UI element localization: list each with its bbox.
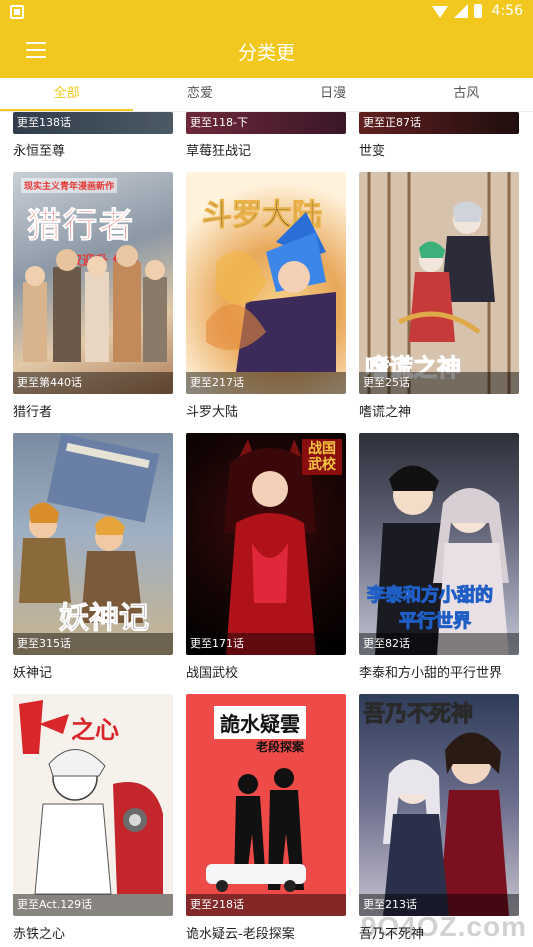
status-time: 4:56 (491, 3, 523, 19)
comic-cover: 现实主义青年漫画新作 猎行者 权迎升 作品 更至第440话 (13, 172, 173, 394)
comic-cover: 之心 更至Act.129话 (13, 694, 173, 916)
comic-cover: 李泰和方小甜的 平行世界 更至82话 (359, 433, 519, 655)
update-badge: 更至正87话 (359, 112, 519, 134)
tab-japanese[interactable]: 日漫 (267, 78, 400, 111)
comic-title: 李泰和方小甜的平行世界 (359, 666, 503, 681)
cover-art (383, 732, 509, 916)
comic-card[interactable]: 更至138话 永恒至尊 (13, 112, 173, 162)
comic-title: 诡水疑云-老段探案 (186, 927, 295, 942)
update-badge: 更至118-下 (186, 112, 346, 134)
comic-card[interactable]: 更至118-下 草莓狂战记 (186, 112, 346, 162)
update-badge: 更至315话 (13, 633, 173, 655)
update-badge: 更至Act.129话 (13, 894, 173, 916)
comic-card[interactable]: 现实主义青年漫画新作 猎行者 权迎升 作品 更至第440话 猎行者 (13, 172, 173, 422)
comic-card[interactable]: 战国武校 更至171话 战国武校 (186, 433, 346, 683)
tab-all[interactable]: 全部 (0, 78, 134, 111)
comic-card[interactable]: 之心 更至Act.129话 赤铁之心 (13, 694, 173, 944)
comic-card[interactable]: 吾乃不死神 更至213话 吾乃不死神 (359, 694, 519, 944)
watermark: 9O4OZ.com (360, 911, 527, 942)
comic-title: 赤铁之心 (13, 927, 66, 942)
app-bar: 分类更 (0, 24, 533, 78)
comic-title: 草莓狂战记 (186, 144, 252, 159)
status-bar: 4:56 (0, 0, 533, 24)
tab-ancient[interactable]: 古风 (400, 78, 533, 111)
comic-card[interactable]: 詭水疑雲 老段探案 更至218话 诡水疑云-老段探案 (186, 694, 346, 944)
battery-icon (473, 4, 482, 18)
comic-cover: 斗罗大陆 更至217话 (186, 172, 346, 394)
comic-title: 世变 (359, 144, 386, 159)
comic-title: 嗜谎之神 (359, 405, 412, 420)
comic-cover: 妖神记 更至315话 (13, 433, 173, 655)
wifi-icon (431, 4, 448, 18)
comic-title: 战国武校 (186, 666, 239, 681)
comic-card[interactable]: 斗罗大陆 更至217话 斗罗大陆 (186, 172, 346, 422)
notification-icon (10, 5, 24, 19)
comic-card[interactable]: 更至正87话 世变 (359, 112, 519, 162)
update-badge: 更至138话 (13, 112, 173, 134)
comic-card[interactable]: 李泰和方小甜的 平行世界 更至82话 李泰和方小甜的平行世界 (359, 433, 519, 683)
signal-icon (453, 4, 468, 18)
comic-title: 猎行者 (13, 405, 53, 420)
comic-card[interactable]: 嗜谎之神 更至25话 嗜谎之神 (359, 172, 519, 422)
update-badge: 更至82话 (359, 633, 519, 655)
update-badge: 更至171话 (186, 633, 346, 655)
comic-title: 永恒至尊 (13, 144, 66, 159)
comic-title: 斗罗大陆 (186, 405, 239, 420)
cover-art (206, 768, 306, 892)
comic-cover: 吾乃不死神 更至213话 (359, 694, 519, 916)
tab-romance[interactable]: 恋爱 (133, 78, 266, 111)
comic-cover: 战国武校 更至171话 (186, 433, 346, 655)
comic-card[interactable]: 妖神记 更至315话 妖神记 (13, 433, 173, 683)
cover-art (23, 245, 167, 362)
update-badge: 更至218话 (186, 894, 346, 916)
comic-cover: 詭水疑雲 老段探案 更至218话 (186, 694, 346, 916)
page-title: 分类更 (237, 42, 295, 64)
cover-art (206, 212, 336, 372)
comic-title: 妖神记 (13, 666, 53, 681)
comic-grid: 更至138话 永恒至尊 更至118-下 草莓狂战记 更至正87话 世变 现实主义… (0, 112, 533, 947)
update-badge: 更至第440话 (13, 372, 173, 394)
category-tabs: 全部 恋爱 日漫 古风 (0, 78, 533, 112)
update-badge: 更至217话 (186, 372, 346, 394)
comic-cover: 嗜谎之神 更至25话 (359, 172, 519, 394)
update-badge: 更至25话 (359, 372, 519, 394)
